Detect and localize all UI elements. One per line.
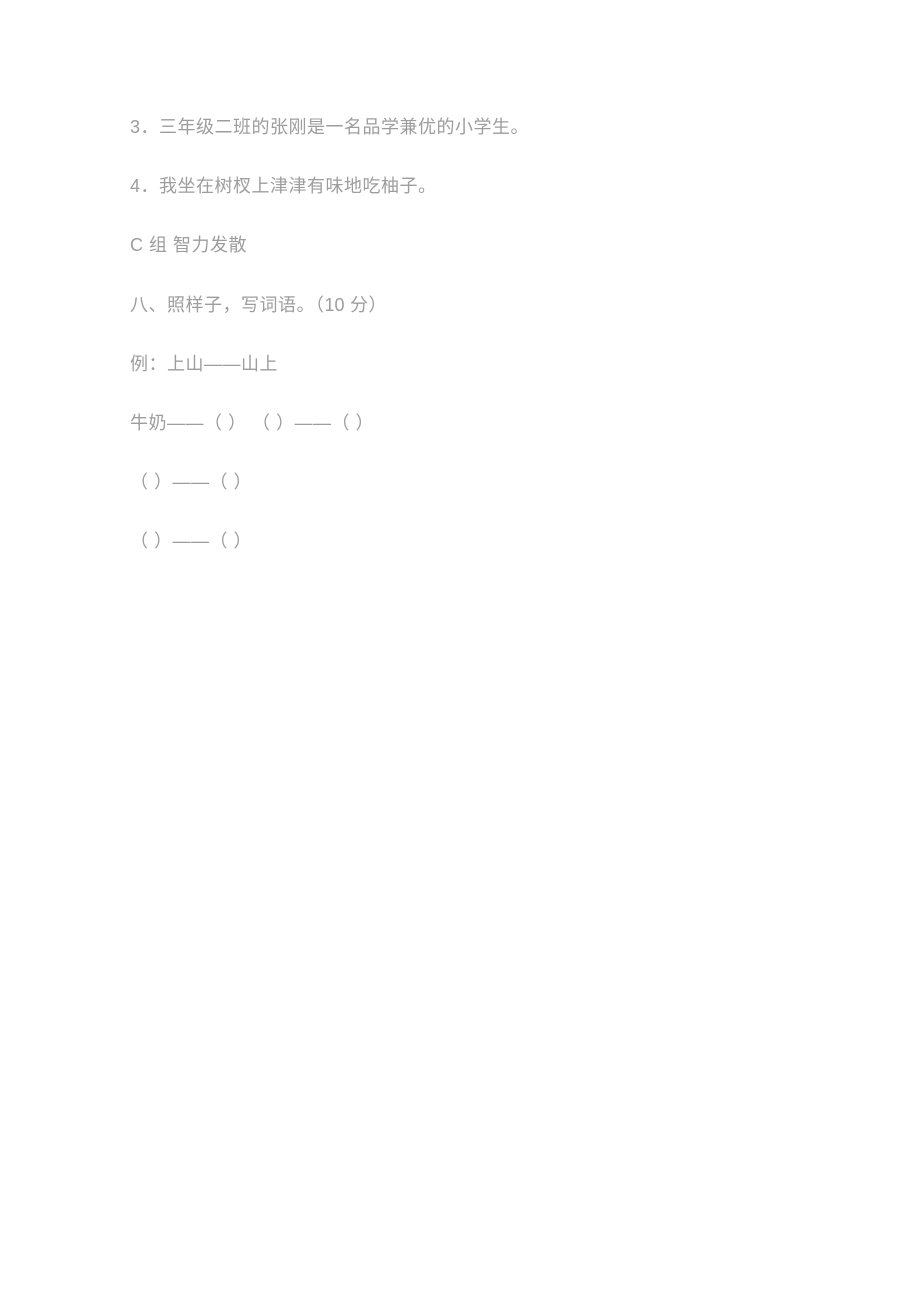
section-8-points: 10 (325, 295, 345, 315)
example-text: 例：上山——山上 (130, 354, 278, 374)
question-3: 3．三年级二班的张刚是一名品学兼优的小学生。 (130, 115, 790, 140)
group-c-letter: C (130, 235, 144, 255)
section-8-text-c: 分） (345, 295, 388, 315)
question-3-text: 3．三年级二班的张刚是一名品学兼优的小学生。 (130, 117, 529, 137)
question-4-text: 4．我坐在树杈上津津有味地吃柚子。 (130, 176, 437, 196)
example-line: 例：上山——山上 (130, 352, 790, 377)
answer-line-2-text: （ ）——（ ） (130, 472, 252, 492)
answer-line-2: （ ）——（ ） (130, 470, 790, 495)
answer-line-3-text: （ ）——（ ） (130, 531, 252, 551)
group-c-text: 组 智力发散 (144, 235, 248, 255)
group-c-heading: C 组 智力发散 (130, 233, 790, 258)
answer-line-3: （ ）——（ ） (130, 529, 790, 554)
question-4: 4．我坐在树杈上津津有味地吃柚子。 (130, 174, 790, 199)
section-8-text-a: 八、照样子，写词语。（ (130, 295, 325, 315)
answer-line-1-text: 牛奶——（ ） （ ）——（ ） (130, 413, 374, 433)
section-8-heading: 八、照样子，写词语。（10 分） (130, 293, 790, 318)
answer-line-1: 牛奶——（ ） （ ）——（ ） (130, 411, 790, 436)
